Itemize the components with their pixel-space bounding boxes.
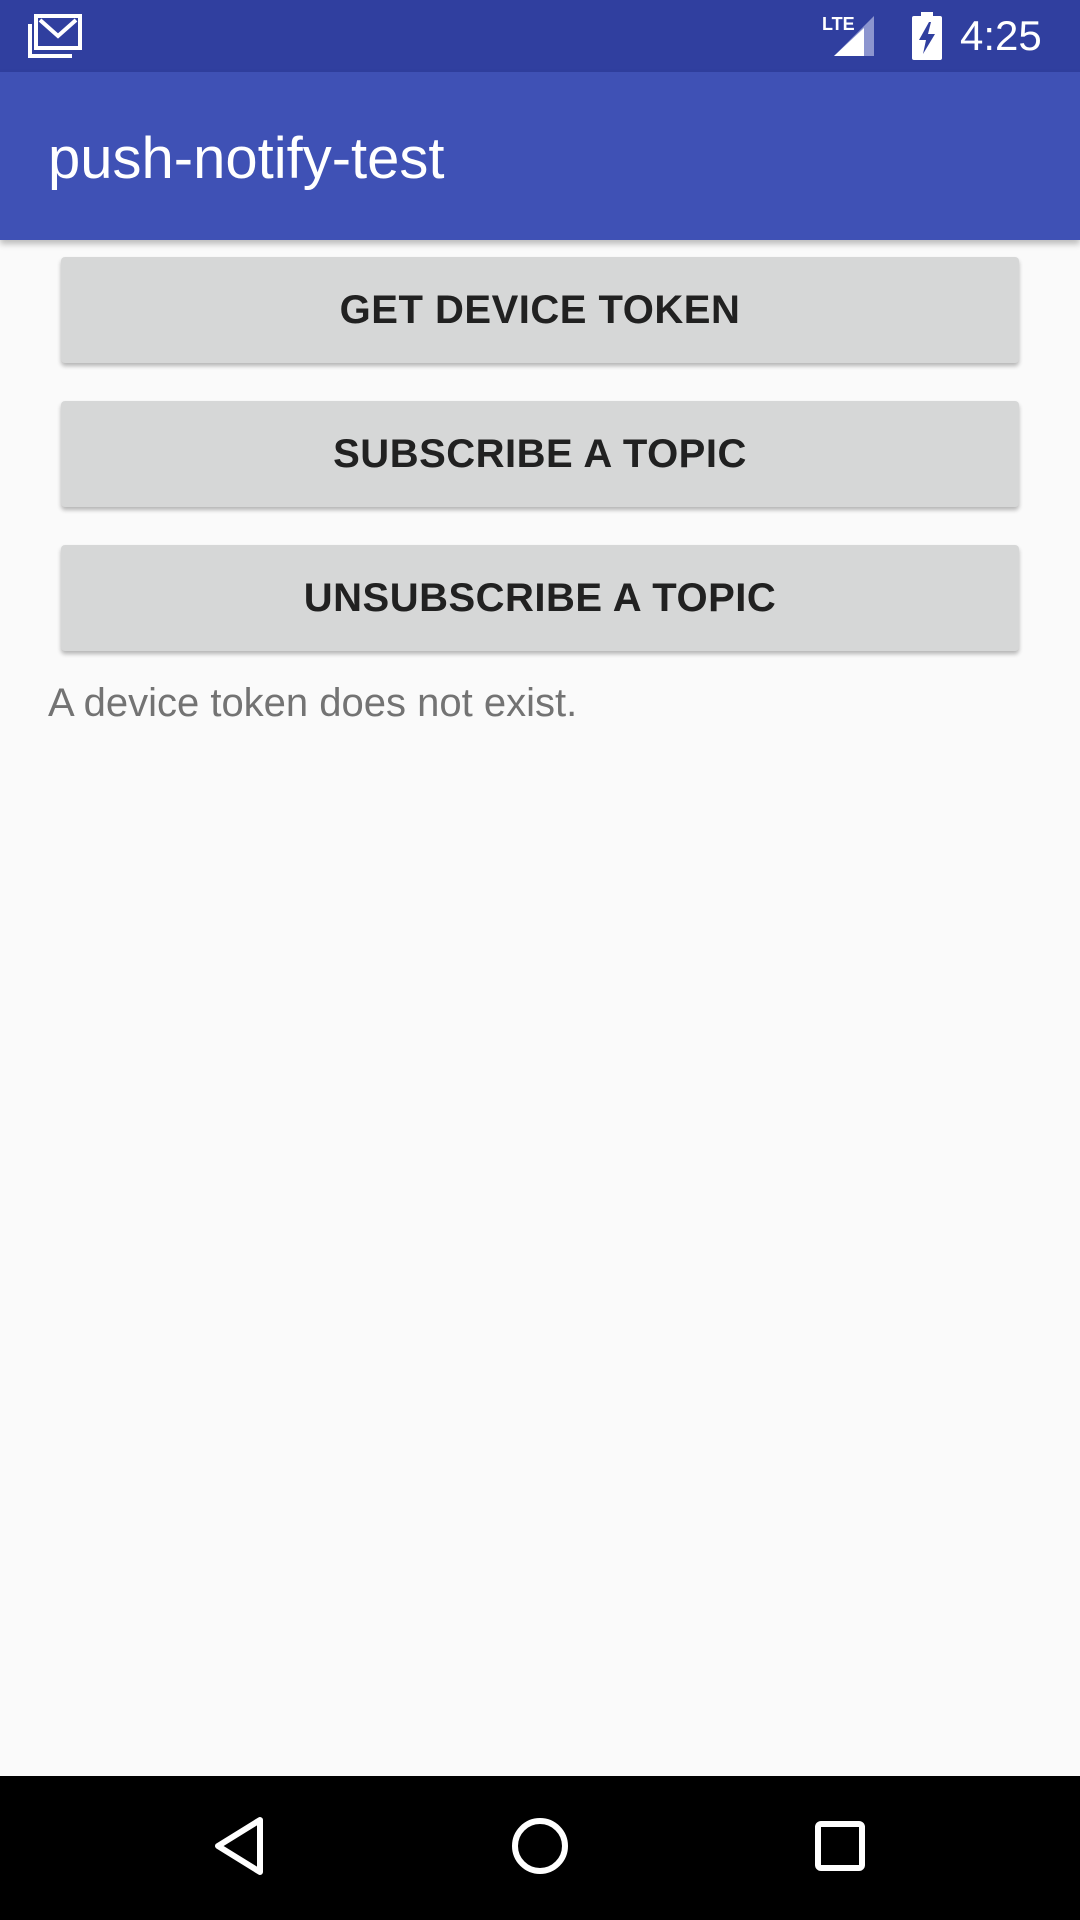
status-bar: LTE 4:25 [0,0,1080,72]
gmail-notification-icon [28,14,82,58]
back-triangle-icon [210,1814,270,1883]
lte-label: LTE [822,14,855,34]
get-device-token-button[interactable]: GET DEVICE TOKEN [61,257,1019,363]
subscribe-topic-button[interactable]: SUBSCRIBE A TOPIC [61,401,1019,507]
cell-signal-icon: LTE [820,12,880,58]
token-status-text: A device token does not exist. [48,681,578,725]
recents-button[interactable] [790,1798,890,1898]
battery-charging-icon [912,12,942,60]
status-time: 4:25 [960,12,1042,59]
app-toolbar: push-notify-test [0,72,1080,240]
home-circle-icon [508,1814,572,1883]
recents-square-icon [812,1818,868,1879]
unsubscribe-topic-button[interactable]: UNSUBSCRIBE A TOPIC [61,545,1019,651]
app-title: push-notify-test [48,126,445,191]
home-button[interactable] [490,1798,590,1898]
status-indicators: LTE 4:25 [820,0,1080,72]
main-content: GET DEVICE TOKEN SUBSCRIBE A TOPIC UNSUB… [0,240,1080,1776]
back-button[interactable] [190,1798,290,1898]
navigation-bar [0,1776,1080,1920]
app-screen: LTE 4:25 push-notify-test GET DEVICE TOK… [0,0,1080,1920]
